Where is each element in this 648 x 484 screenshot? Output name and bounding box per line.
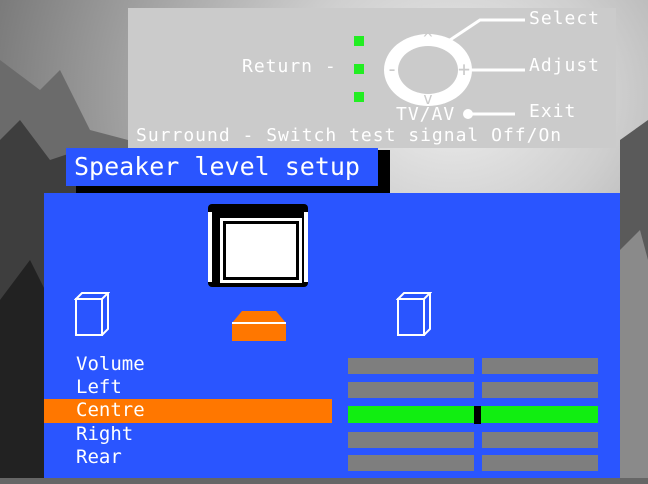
left-speaker-icon (74, 292, 110, 336)
left-level-left-bar[interactable] (348, 382, 474, 398)
menu-item-left[interactable]: Left (76, 376, 122, 398)
select-label: Select (529, 8, 601, 29)
tvav-label: TV/AV (396, 104, 456, 125)
rear-level-right-bar[interactable] (482, 455, 598, 471)
right-level-left-bar[interactable] (348, 432, 474, 448)
menu-item-right[interactable]: Right (76, 423, 133, 445)
exit-label: Exit (529, 101, 577, 122)
tv-icon (208, 204, 308, 287)
dpad-plus: + (458, 57, 470, 81)
menu-item-centre[interactable]: Centre (76, 399, 145, 421)
status-dot-bottom (354, 92, 364, 102)
volume-level-right-bar[interactable] (482, 358, 598, 374)
dpad-up-arrow: ^ (423, 29, 433, 48)
centre-level-marker[interactable] (474, 406, 481, 424)
centre-level-left-bar[interactable] (348, 406, 474, 423)
status-dot-top (354, 36, 364, 46)
rear-level-left-bar[interactable] (348, 455, 474, 471)
page-title: Speaker level setup (66, 148, 378, 186)
speaker-setup-panel: Volume Left Centre Right Rear (44, 193, 620, 478)
centre-level-right-bar[interactable] (481, 406, 598, 423)
right-speaker-icon (396, 292, 432, 336)
dpad-minus: - (386, 57, 398, 81)
surround-hint: Surround - Switch test signal Off/On (136, 125, 563, 146)
status-dot-middle (354, 64, 364, 74)
left-level-right-bar[interactable] (482, 382, 598, 398)
volume-level-left-bar[interactable] (348, 358, 474, 374)
menu-item-rear[interactable]: Rear (76, 446, 122, 468)
remote-help-panel: Return - ^ v - + Select Adjust Exit TV/A… (128, 8, 616, 148)
return-label: Return - (242, 56, 337, 77)
centre-speaker-icon (232, 311, 286, 341)
right-level-right-bar[interactable] (482, 432, 598, 448)
menu-item-volume[interactable]: Volume (76, 353, 145, 375)
adjust-label: Adjust (529, 55, 601, 76)
